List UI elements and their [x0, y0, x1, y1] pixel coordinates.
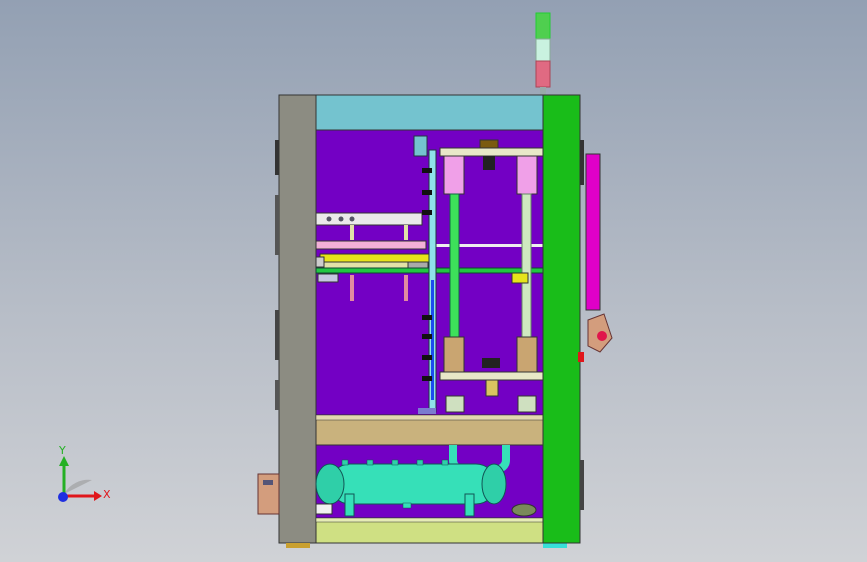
coordinate-triad: Y X — [58, 444, 111, 502]
limit-switch[interactable] — [511, 272, 529, 284]
pink-guide-rail[interactable] — [315, 240, 427, 250]
sensor-block[interactable] — [413, 135, 428, 157]
right-side-door[interactable] — [542, 94, 584, 544]
base-foot-right[interactable] — [543, 543, 567, 548]
y-axis-label: Y — [58, 444, 66, 457]
hanging-rod-left[interactable] — [350, 275, 354, 301]
left-column-foot[interactable] — [445, 395, 465, 413]
machine-model-drawing[interactable]: Y X — [0, 0, 867, 562]
signal-tower-light[interactable] — [535, 12, 551, 95]
left-lower-bushing[interactable] — [443, 336, 465, 376]
cad-viewport[interactable]: Y X — [0, 0, 867, 562]
control-panel-strip[interactable] — [585, 153, 601, 311]
right-upper-cylinder[interactable] — [516, 155, 538, 195]
right-column-foot[interactable] — [517, 395, 537, 413]
left-upper-cylinder[interactable] — [443, 155, 465, 195]
bracket-block[interactable] — [317, 273, 339, 283]
left-frame-post[interactable] — [275, 94, 317, 544]
left-guide-column[interactable] — [449, 193, 460, 340]
z-axis-dot — [58, 492, 68, 502]
hanging-rod-right[interactable] — [404, 275, 408, 301]
foot-pad-right[interactable] — [511, 503, 537, 517]
emergency-button-bracket[interactable] — [587, 313, 613, 353]
right-lower-bushing[interactable] — [516, 336, 538, 376]
side-electric-box[interactable] — [257, 473, 280, 515]
right-guide-column[interactable] — [521, 193, 532, 340]
foot-pad-left[interactable] — [315, 503, 333, 515]
x-axis-label: X — [103, 488, 111, 501]
top-cover-panel[interactable] — [315, 94, 544, 131]
base-foot-left[interactable] — [286, 543, 310, 548]
